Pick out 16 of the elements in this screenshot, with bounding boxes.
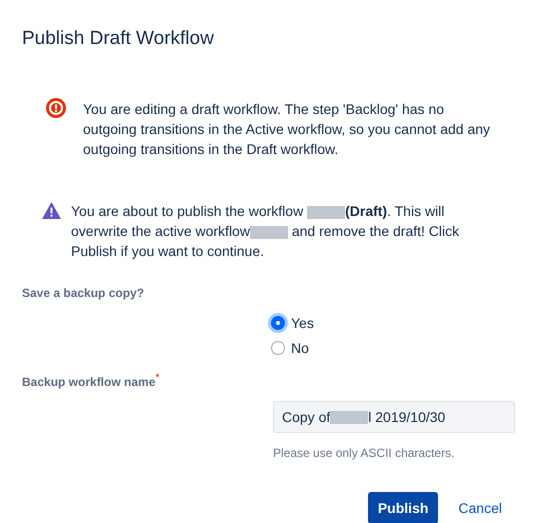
input-field[interactable]: Copy of l 2019/10/30	[273, 401, 515, 433]
error-message: You are editing a draft workflow. The step 'Backlog' has no outgoing transitions in the Active workflow, so you cannot add any outgoing transitions in the Draft workflow.	[83, 100, 492, 159]
help-text: Please use only ASCII characters.	[273, 446, 454, 460]
error-icon	[46, 98, 66, 118]
warning-message: You are about to publish the workflow (Draft). This will overwrite the active workflow and remove the draft! Click Publish if you want to continue.	[71, 202, 460, 261]
radio-button[interactable]	[271, 341, 285, 355]
field-label: Save a backup copy?	[22, 286, 144, 300]
dialog-title: Publish Draft Workflow	[22, 27, 214, 51]
radio-button[interactable]	[271, 316, 285, 330]
cancel-link[interactable]: Cancel	[454, 492, 506, 523]
field-label: Backup workflow name	[22, 375, 156, 389]
radio-label[interactable]: No	[291, 338, 309, 358]
required-mark: *	[155, 372, 160, 384]
warning-icon	[42, 202, 61, 219]
publish-button[interactable]: Publish	[368, 492, 438, 523]
radio-label[interactable]: Yes	[291, 313, 314, 333]
